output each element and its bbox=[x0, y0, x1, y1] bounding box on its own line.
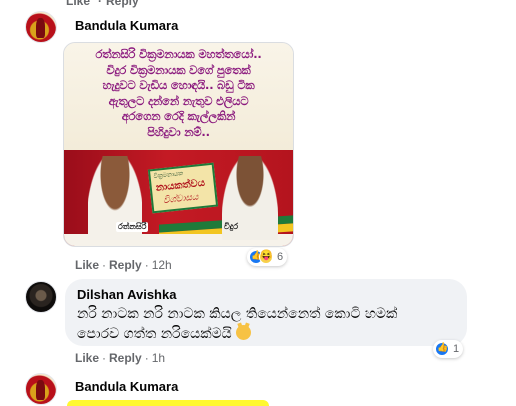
comment-image-partial[interactable] bbox=[67, 400, 269, 406]
comment-text: නරි නාටක නරි නාටක කියල තියෙන්නෙත් කොටි හ… bbox=[77, 304, 407, 344]
haha-reaction-icon bbox=[259, 250, 273, 264]
like-action[interactable]: Like bbox=[75, 258, 99, 272]
comment-author[interactable]: Bandula Kumara bbox=[75, 379, 178, 394]
caption-left: රත්නසිරි bbox=[116, 222, 149, 232]
campaign-logo: වික්‍රමනායක නායකත්වය විශ්වාසය bbox=[147, 162, 219, 214]
image-text-line: විදුර වික්‍රමනායක වගේ පුතෙක් bbox=[106, 62, 251, 77]
like-action[interactable]: Like bbox=[66, 0, 90, 8]
caption-right: විදුර bbox=[224, 222, 239, 231]
image-text-line: රත්නසිරි වික්‍රමනායක මහත්තයෝ.. bbox=[95, 47, 262, 61]
actions-separator: · bbox=[144, 258, 149, 272]
reply-action[interactable]: Reply bbox=[109, 258, 142, 272]
reaction-summary[interactable]: 1 bbox=[433, 340, 464, 358]
previous-comment-actions: Like · Reply bbox=[0, 0, 200, 8]
image-text-line: පිහිදුවා නම්.. bbox=[147, 124, 210, 139]
image-text-block: රත්නසිරි වික්‍රමනායක මහත්තයෝ.. විදුර වික… bbox=[64, 43, 293, 150]
image-text-line: ඇතුලට දන්නේ නැතුව එලියට bbox=[108, 93, 249, 108]
avatar[interactable] bbox=[25, 11, 57, 43]
comment-actions: Like · Reply · 12h bbox=[75, 258, 172, 272]
reply-action[interactable]: Reply bbox=[109, 351, 142, 365]
image-text-line: හැදුවට වැඩිය හොඳයි.. බඩු ටික bbox=[102, 78, 255, 93]
comment-actions: Like · Reply · 1h bbox=[75, 351, 165, 365]
actions-separator: · bbox=[98, 0, 102, 8]
logo-script: විශ්වාසය bbox=[162, 192, 199, 207]
avatar[interactable] bbox=[25, 373, 57, 405]
like-action[interactable]: Like bbox=[75, 351, 99, 365]
logo-title: නායකත්වය bbox=[155, 177, 206, 194]
like-reaction-icon bbox=[435, 342, 449, 356]
smiling-cat-icon bbox=[236, 325, 252, 340]
reaction-summary[interactable]: 6 bbox=[247, 248, 288, 266]
reaction-count: 1 bbox=[453, 343, 460, 355]
image-banner: වික්‍රමනායක නායකත්වය විශ්වාසය රත්නසිරි ව… bbox=[64, 150, 293, 246]
comment-time[interactable]: 1h bbox=[152, 351, 165, 365]
reaction-count: 6 bbox=[277, 251, 284, 263]
comment-image[interactable]: රත්නසිරි වික්‍රමනායක මහත්තයෝ.. විදුර වික… bbox=[63, 42, 294, 247]
comment-bubble: Dilshan Avishka නරි නාටක නරි නාටක කියල ත… bbox=[65, 279, 467, 346]
comment-author[interactable]: Bandula Kumara bbox=[75, 18, 178, 33]
actions-separator: · bbox=[102, 351, 107, 365]
reply-action[interactable]: Reply bbox=[106, 0, 139, 8]
comment-time[interactable]: 12h bbox=[152, 258, 172, 272]
comment-author[interactable]: Dilshan Avishka bbox=[77, 287, 455, 302]
image-text-line: අරගෙන රෙදි කැල්ලකින් bbox=[121, 109, 236, 124]
actions-separator: · bbox=[102, 258, 107, 272]
avatar[interactable] bbox=[25, 281, 57, 313]
actions-separator: · bbox=[144, 351, 149, 365]
